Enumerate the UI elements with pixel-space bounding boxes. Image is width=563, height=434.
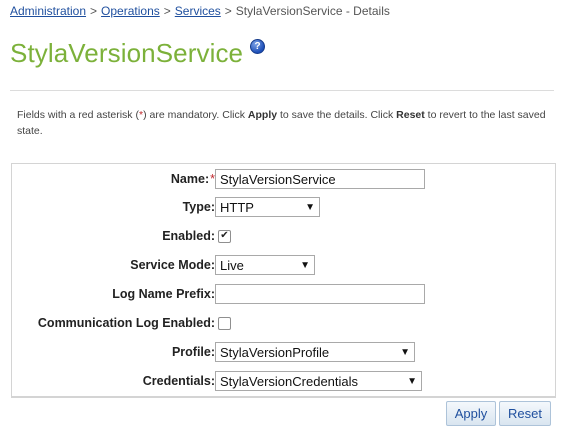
title-divider (10, 90, 554, 91)
form-footer-divider (12, 396, 555, 397)
enabled-row: Enabled: ✔ (12, 224, 555, 248)
type-select-value: HTTP (220, 199, 254, 215)
type-select[interactable]: HTTP ▼ (215, 197, 320, 217)
service-mode-row: Service Mode: Live ▼ (12, 253, 555, 277)
profile-select-value: StylaVersionProfile (220, 344, 330, 360)
name-input[interactable]: StylaVersionService (215, 169, 425, 189)
title-row: StylaVersionService ? (10, 38, 265, 69)
credentials-select[interactable]: StylaVersionCredentials ▼ (215, 371, 422, 391)
service-details-form: Name: * StylaVersionService Type: HTTP ▼ … (11, 163, 556, 426)
instructions-part: ) are mandatory. Click (143, 109, 248, 121)
breadcrumb-operations-link[interactable]: Operations (101, 4, 160, 18)
credentials-select-value: StylaVersionCredentials (220, 373, 359, 389)
breadcrumb-separator: > (163, 4, 171, 18)
profile-row: Profile: StylaVersionProfile ▼ (12, 340, 555, 364)
instructions-part: Fields with a red asterisk ( (17, 109, 139, 121)
instructions-reset-word: Reset (396, 109, 425, 121)
chevron-down-icon: ▼ (305, 201, 315, 213)
breadcrumb-current: StylaVersionService - Details (235, 4, 390, 18)
instructions-apply-word: Apply (247, 109, 278, 121)
comm-log-label: Communication Log Enabled: (37, 316, 215, 330)
type-label: Type: (182, 200, 215, 214)
page-title: StylaVersionService (10, 38, 244, 68)
breadcrumb-separator: > (90, 4, 98, 18)
breadcrumb-separator: > (224, 4, 232, 18)
log-prefix-input[interactable] (215, 284, 425, 304)
checkmark-icon: ✔ (220, 230, 229, 241)
name-row: Name: * StylaVersionService (12, 167, 555, 191)
apply-button[interactable]: Apply (446, 401, 496, 426)
breadcrumb-administration-link[interactable]: Administration (10, 4, 86, 18)
credentials-row: Credentials: StylaVersionCredentials ▼ (12, 369, 555, 393)
enabled-label: Enabled: (162, 229, 215, 243)
comm-log-row: Communication Log Enabled: (12, 311, 555, 335)
profile-label: Profile: (171, 345, 215, 359)
log-prefix-label: Log Name Prefix: (112, 287, 215, 301)
credentials-label: Credentials: (142, 374, 215, 388)
service-mode-label: Service Mode: (130, 258, 215, 272)
type-row: Type: HTTP ▼ (12, 195, 555, 219)
service-mode-select-value: Live (220, 257, 244, 273)
service-mode-select[interactable]: Live ▼ (215, 255, 315, 275)
profile-select[interactable]: StylaVersionProfile ▼ (215, 342, 415, 362)
instructions-part: to save the details. Click (277, 109, 397, 121)
help-icon[interactable]: ? (250, 39, 265, 54)
breadcrumb: Administration > Operations > Services > Styla… (10, 4, 390, 18)
chevron-down-icon: ▼ (300, 259, 310, 271)
breadcrumb-services-link[interactable]: Services (175, 4, 221, 18)
name-label: Name: * (170, 172, 215, 186)
instructions-text: Fields with a red asterisk (*) are manda… (17, 107, 553, 139)
chevron-down-icon: ▼ (400, 346, 410, 358)
comm-log-checkbox[interactable] (218, 316, 231, 330)
chevron-down-icon: ▼ (407, 375, 417, 387)
log-prefix-row: Log Name Prefix: (12, 282, 555, 306)
reset-button[interactable]: Reset (499, 401, 551, 426)
enabled-checkbox[interactable]: ✔ (218, 229, 231, 243)
